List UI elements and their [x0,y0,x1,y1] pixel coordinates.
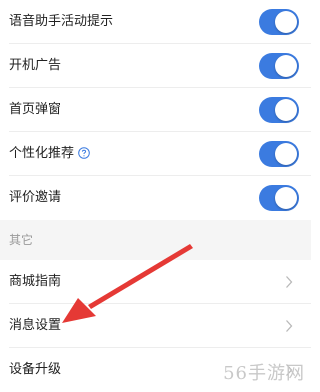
home-popup-toggle[interactable] [259,97,299,123]
toggle-knob [275,143,297,165]
review-invite-toggle[interactable] [259,185,299,211]
section-title: 其它 [9,233,34,247]
toggle-knob [275,11,297,33]
setting-row-personalized-recommend: 个性化推荐 [0,132,311,176]
menu-item-label: 消息设置 [9,318,62,333]
setting-label: 首页弹窗 [9,102,62,117]
setting-label: 个性化推荐 [9,146,75,161]
chevron-right-icon [286,276,293,288]
setting-row-review-invite: 评价邀请 [0,176,311,220]
setting-row-voice-assistant: 语音助手活动提示 [0,0,311,44]
chevron-right-icon [286,320,293,332]
toggle-knob [275,187,297,209]
menu-item-label: 设备升级 [9,362,62,377]
menu-item-message-settings[interactable]: 消息设置 [0,304,311,348]
toggle-knob [275,55,297,77]
personalized-recommend-toggle[interactable] [259,141,299,167]
watermark: 56手游网 [223,363,305,384]
startup-ad-toggle[interactable] [259,53,299,79]
section-header-other: 其它 [0,220,311,260]
setting-row-startup-ad: 开机广告 [0,44,311,88]
voice-assistant-toggle[interactable] [259,9,299,35]
question-circle-icon[interactable] [78,147,90,159]
menu-item-mall-guide[interactable]: 商城指南 [0,260,311,304]
setting-label: 评价邀请 [9,190,62,205]
setting-label: 开机广告 [9,58,62,73]
setting-row-home-popup: 首页弹窗 [0,88,311,132]
setting-label: 语音助手活动提示 [9,14,114,29]
toggle-knob [275,99,297,121]
menu-item-label: 商城指南 [9,274,62,289]
